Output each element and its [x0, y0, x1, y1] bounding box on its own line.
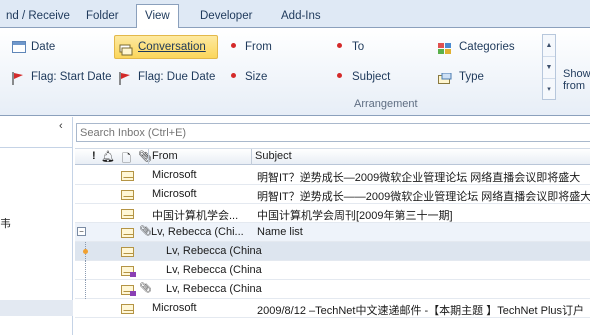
arrange-date-label: Date	[31, 41, 56, 53]
arrange-to-label: To	[352, 41, 365, 53]
conversation-icon	[119, 42, 133, 56]
message-subject: 明智IT？逆势成长—2009微软企业管理论坛 网络直播会议即将盛大	[257, 172, 581, 184]
message-row[interactable]: Microsoft 明智IT？逆势成长——2009微软企业管理论坛 网络直播会议…	[75, 185, 590, 204]
message-from: Microsoft	[152, 169, 197, 181]
ribbon-tab-bar: nd / Receive Folder View Developer Add-I…	[0, 0, 590, 29]
collapse-nav-icon[interactable]: ‹	[59, 120, 63, 132]
show-from-label[interactable]: Show from	[563, 68, 590, 92]
envelope-icon	[121, 304, 134, 314]
message-from: Lv, Rebecca (China)	[166, 264, 262, 276]
nav-selected-folder[interactable]	[0, 300, 73, 316]
flag-icon	[119, 71, 131, 85]
conversation-message-row[interactable]: 📎︎ Lv, Rebecca (China)	[75, 280, 590, 299]
gallery-more-icon[interactable]: ▾	[543, 79, 555, 101]
arrange-subject-label: Subject	[352, 71, 391, 83]
message-from: Lv, Rebecca (China)	[166, 245, 262, 257]
message-row[interactable]: Microsoft 明智IT？逆势成长—2009微软企业管理论坛 网络直播会议即…	[75, 166, 590, 185]
attachment-icon: 📎︎	[139, 283, 152, 294]
message-row[interactable]: 中国计算机学会... 中国计算机学会周刊[2009年第三十一期]	[75, 204, 590, 223]
arrange-conversation-button[interactable]: Conversation	[114, 35, 218, 59]
nav-divider	[0, 147, 73, 148]
conversation-message-row[interactable]: Lv, Rebecca (China)	[75, 261, 590, 280]
from-column-header[interactable]: From	[152, 150, 178, 162]
importance-column-icon[interactable]: !	[92, 150, 96, 162]
envelope-icon	[121, 209, 134, 219]
arrangement-group-label: Arrangement	[354, 98, 418, 110]
search-input[interactable]	[76, 123, 590, 142]
arrangement-gallery-scroll[interactable]: ▲ ▼ ▾	[542, 34, 556, 100]
gallery-down-icon[interactable]: ▼	[543, 57, 555, 79]
conversation-icon	[121, 228, 134, 238]
forwarded-icon	[130, 291, 136, 296]
conversation-header-row[interactable]: − 📎︎ Lv, Rebecca (Chi... Name list	[75, 223, 590, 242]
message-from: Lv, Rebecca (China)	[166, 283, 262, 295]
gallery-up-icon[interactable]: ▲	[543, 35, 555, 57]
red-dot-icon	[337, 43, 342, 48]
tab-add-ins[interactable]: Add-Ins	[273, 5, 329, 28]
tab-folder[interactable]: Folder	[78, 5, 127, 28]
arrange-flag-due-label: Flag: Due Date	[138, 71, 216, 83]
arrange-to-button[interactable]: To	[334, 36, 414, 58]
subject-column-header[interactable]: Subject	[255, 150, 292, 162]
message-from: Lv, Rebecca (Chi...	[151, 226, 244, 238]
message-from: 中国计算机学会...	[152, 210, 239, 222]
message-list-header: ! 🔔︎ 🗋 📎︎ From Subject	[75, 148, 590, 165]
arrange-flag-start-label: Flag: Start Date	[31, 71, 112, 83]
message-subject: 2009/8/12 –TechNet中文速递邮件 -【本期主题 】TechNet…	[257, 305, 585, 317]
attachment-column-icon[interactable]: 📎︎	[138, 150, 152, 163]
tab-view[interactable]: View	[136, 4, 179, 29]
attachment-icon: 📎︎	[139, 226, 152, 237]
arrange-categories-button[interactable]: Categories	[438, 36, 538, 58]
arrange-flag-start-button[interactable]: Flag: Start Date	[12, 66, 114, 88]
collapse-conversation-icon[interactable]: −	[77, 227, 86, 236]
arrange-flag-due-button[interactable]: Flag: Due Date	[119, 66, 219, 88]
thread-line	[85, 280, 86, 299]
calendar-icon	[12, 41, 26, 53]
thread-line	[85, 261, 86, 280]
categories-icon	[438, 41, 452, 54]
arrange-from-label: From	[245, 41, 272, 53]
message-subject: 中国计算机学会周刊[2009年第三十一期]	[257, 210, 453, 222]
ribbon-view-panel: Date Conversation From To Categories Fla…	[0, 28, 590, 116]
type-icon	[438, 71, 452, 84]
column-divider	[148, 149, 149, 165]
red-dot-icon	[231, 43, 236, 48]
nav-folder-fragment[interactable]: 韦	[0, 215, 11, 231]
arrange-categories-label: Categories	[459, 41, 515, 53]
forwarded-icon	[130, 272, 136, 277]
red-dot-icon	[337, 73, 342, 78]
arrange-from-button[interactable]: From	[228, 36, 318, 58]
message-subject: Name list	[257, 226, 303, 238]
arrange-size-label: Size	[245, 71, 268, 83]
arrange-size-button[interactable]: Size	[228, 66, 308, 88]
envelope-icon	[121, 190, 134, 200]
column-divider	[251, 149, 252, 165]
message-subject: 明智IT？逆势成长——2009微软企业管理论坛 网络直播会议即将盛大	[257, 191, 590, 203]
arrange-subject-button[interactable]: Subject	[334, 66, 414, 88]
navigation-pane: ‹ 韦	[0, 117, 73, 335]
arrange-conversation-label: Conversation	[138, 41, 206, 53]
arrange-type-button[interactable]: Type	[438, 66, 518, 88]
message-from: Microsoft	[152, 188, 197, 200]
envelope-icon	[121, 247, 134, 257]
message-row[interactable]: Microsoft 2009/8/12 –TechNet中文速递邮件 -【本期主…	[75, 299, 590, 318]
reminder-column-icon[interactable]: 🔔︎	[101, 150, 115, 163]
envelope-icon	[121, 171, 134, 181]
thread-dot-icon	[83, 249, 88, 254]
tab-developer[interactable]: Developer	[192, 5, 260, 28]
arrange-date-button[interactable]: Date	[12, 36, 102, 58]
flag-icon	[12, 71, 24, 85]
red-dot-icon	[231, 73, 236, 78]
arrange-type-label: Type	[459, 71, 484, 83]
tab-send-receive[interactable]: nd / Receive	[0, 5, 78, 28]
message-from: Microsoft	[152, 302, 197, 314]
conversation-message-row[interactable]: Lv, Rebecca (China)	[75, 242, 590, 261]
